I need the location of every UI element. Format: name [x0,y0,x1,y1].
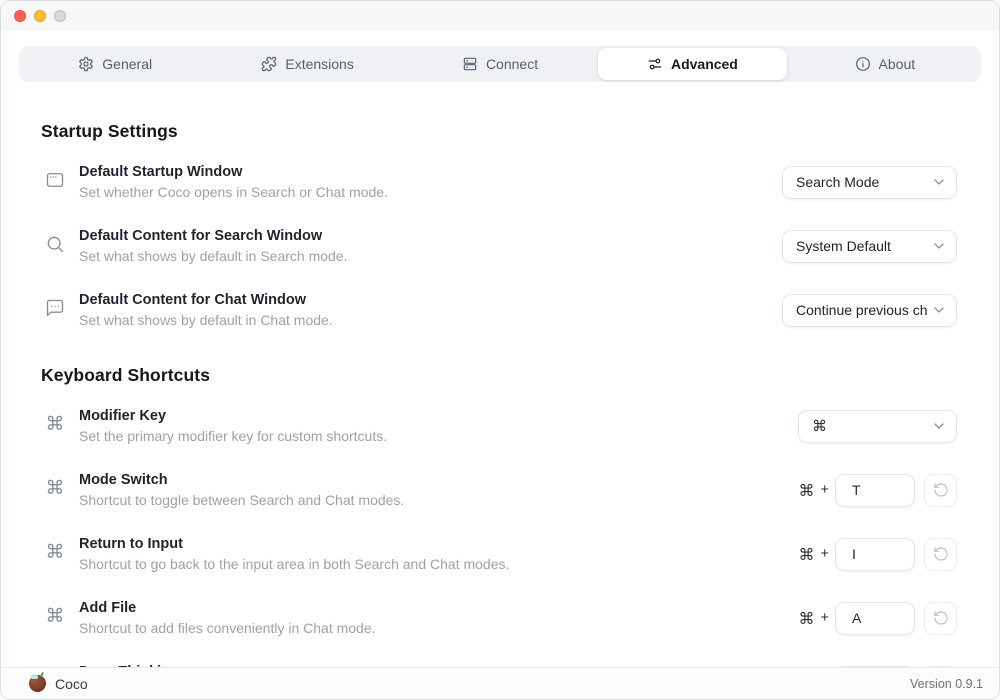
chevron-down-icon [931,174,947,190]
command-icon: ⌘ [45,542,65,562]
settings-content: Startup Settings Default Startup Window … [1,82,999,669]
command-icon: ⌘ [45,478,65,498]
rotate-ccw-icon [933,482,949,498]
modifier-symbol: ⌘ [799,481,815,500]
chevron-down-icon [931,302,947,318]
chevron-down-icon [931,418,947,434]
setting-row-mode-switch: ⌘ Mode Switch Shortcut to toggle between… [41,470,957,510]
sliders-icon [647,56,663,72]
tab-about[interactable]: About [791,48,979,80]
key-value: I [852,546,856,562]
startup-window-select[interactable]: Search Mode [782,166,957,199]
plus-sign: + [821,482,829,498]
mode-switch-key-input[interactable]: T [835,474,915,507]
key-value: A [852,610,861,626]
setting-title: Default Content for Chat Window [79,290,782,310]
rotate-ccw-icon [933,610,949,626]
reset-shortcut-button[interactable] [924,474,957,507]
key-value: T [852,482,861,498]
modifier-symbol: ⌘ [799,609,815,628]
selected-value: Search Mode [796,174,879,190]
setting-row-chat-default-content: Default Content for Chat Window Set what… [41,290,957,330]
selected-value: ⌘ [812,417,827,435]
tab-connect[interactable]: Connect [406,48,594,80]
setting-title: Default Content for Search Window [79,226,782,246]
setting-description: Set whether Coco opens in Search or Chat… [79,182,782,202]
close-button[interactable] [14,10,26,22]
chat-bubble-icon [45,298,65,318]
setting-description: Shortcut to go back to the input area in… [79,554,799,574]
titlebar [1,1,999,31]
section-title-shortcuts: Keyboard Shortcuts [41,364,957,386]
reset-shortcut-button[interactable] [924,538,957,571]
zoom-button[interactable] [54,10,66,22]
command-icon: ⌘ [45,414,65,434]
setting-description: Set the primary modifier key for custom … [79,426,798,446]
setting-description: Shortcut to add files conveniently in Ch… [79,618,799,638]
tab-label: General [102,56,152,72]
command-icon: ⌘ [45,606,65,626]
setting-row-return-to-input: ⌘ Return to Input Shortcut to go back to… [41,534,957,574]
app-window-icon [45,170,65,190]
setting-description: Set what shows by default in Chat mode. [79,310,782,330]
app-name: Coco [55,676,88,692]
setting-row-add-file: ⌘ Add File Shortcut to add files conveni… [41,598,957,638]
selected-value: System Default [796,238,891,254]
modifier-key-select[interactable]: ⌘ [798,410,957,443]
add-file-key-input[interactable]: A [835,602,915,635]
tab-label: Connect [486,56,538,72]
settings-window: General Extensions Connect Advanced Abou… [0,0,1000,700]
selected-value: Continue previous ch [796,302,928,318]
server-icon [462,56,478,72]
gear-icon [78,56,94,72]
tab-bar: General Extensions Connect Advanced Abou… [19,46,981,82]
chat-default-content-select[interactable]: Continue previous ch [782,294,957,327]
tab-label: About [879,56,916,72]
setting-row-modifier-key: ⌘ Modifier Key Set the primary modifier … [41,406,957,446]
modifier-symbol: ⌘ [799,545,815,564]
info-icon [855,56,871,72]
chevron-down-icon [931,238,947,254]
setting-title: Return to Input [79,534,799,554]
reset-shortcut-button[interactable] [924,602,957,635]
version-label: Version 0.9.1 [910,677,983,691]
puzzle-icon [261,56,277,72]
setting-title: Mode Switch [79,470,799,490]
status-bar: Coco Version 0.9.1 [1,667,999,699]
setting-title: Modifier Key [79,406,798,426]
section-title-startup: Startup Settings [41,120,957,142]
setting-description: Shortcut to toggle between Search and Ch… [79,490,799,510]
tab-label: Extensions [285,56,353,72]
setting-row-search-default-content: Default Content for Search Window Set wh… [41,226,957,266]
setting-row-default-startup-window: Default Startup Window Set whether Coco … [41,162,957,202]
plus-sign: + [821,610,829,626]
search-default-content-select[interactable]: System Default [782,230,957,263]
tab-advanced[interactable]: Advanced [598,48,786,80]
coconut-logo-icon [29,675,46,692]
return-to-input-key-input[interactable]: I [835,538,915,571]
minimize-button[interactable] [34,10,46,22]
tab-label: Advanced [671,56,738,72]
setting-title: Add File [79,598,799,618]
setting-description: Set what shows by default in Search mode… [79,246,782,266]
plus-sign: + [821,546,829,562]
tab-extensions[interactable]: Extensions [213,48,401,80]
rotate-ccw-icon [933,546,949,562]
search-icon [45,234,65,254]
tab-general[interactable]: General [21,48,209,80]
setting-title: Default Startup Window [79,162,782,182]
